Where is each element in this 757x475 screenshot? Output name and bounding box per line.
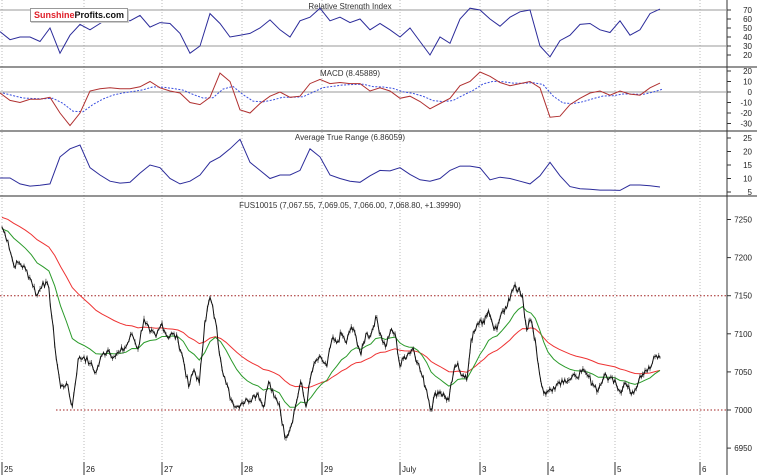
x-tick-label: 28 xyxy=(244,465,253,474)
y-tick-label: 7000 xyxy=(734,406,752,415)
price-line xyxy=(1,226,661,439)
y-tick-label: 60 xyxy=(743,15,752,24)
y-tick-label: 50 xyxy=(743,24,752,33)
y-tick-label: 6950 xyxy=(734,444,752,453)
y-tick-label: 5 xyxy=(748,188,753,197)
chart-canvas: Relative Strength Index MACD (8.45889) A… xyxy=(0,0,757,475)
x-tick-label: 25 xyxy=(4,465,13,474)
price-title: FUS10015 (7,067.55, 7,069.05, 7,066.00, … xyxy=(239,201,461,210)
y-tick-label: 40 xyxy=(743,33,752,42)
logo-part1: Sunshine xyxy=(34,10,75,20)
slow-moving-average xyxy=(1,216,661,389)
y-tick-label: 10 xyxy=(743,78,752,87)
y-tick-label: 10 xyxy=(743,175,752,184)
x-tick-label: 6 xyxy=(702,465,707,474)
y-tick-label: 15 xyxy=(743,161,752,170)
macd-title: MACD (8.45889) xyxy=(320,69,380,78)
y-tick-label: 7050 xyxy=(734,368,752,377)
y-tick-label: -30 xyxy=(740,120,752,129)
y-tick-label: 7150 xyxy=(734,292,752,301)
y-tick-label: 7250 xyxy=(734,216,752,225)
logo-part2: Profits.com xyxy=(74,10,125,20)
y-tick-label: -10 xyxy=(740,99,752,108)
y-tick-label: 7200 xyxy=(734,254,752,263)
y-tick-label: 0 xyxy=(748,88,753,97)
x-tick-label: 3 xyxy=(482,465,487,474)
y-tick-label: 7100 xyxy=(734,330,752,339)
y-tick-label: 30 xyxy=(743,42,752,51)
x-tick-label: 5 xyxy=(617,465,622,474)
y-tick-label: 25 xyxy=(743,134,752,143)
fast-moving-average xyxy=(1,228,661,408)
macd-signal-line xyxy=(2,80,664,113)
y-tick-label: 20 xyxy=(743,148,752,157)
x-tick-label: 29 xyxy=(324,465,333,474)
macd-line xyxy=(0,71,661,127)
atr-title: Average True Range (6.86059) xyxy=(295,133,405,142)
y-tick-label: -20 xyxy=(740,109,752,118)
x-tick-label: 26 xyxy=(86,465,95,474)
x-tick-label: 27 xyxy=(164,465,173,474)
y-tick-label: 20 xyxy=(743,67,752,76)
x-tick-label: 4 xyxy=(550,465,555,474)
y-tick-label: 20 xyxy=(743,51,752,60)
atr-line xyxy=(0,138,661,191)
x-tick-label: July xyxy=(402,465,416,474)
y-tick-label: 70 xyxy=(743,6,752,15)
sunshine-profits-logo: SunshineProfits.com xyxy=(30,8,129,22)
